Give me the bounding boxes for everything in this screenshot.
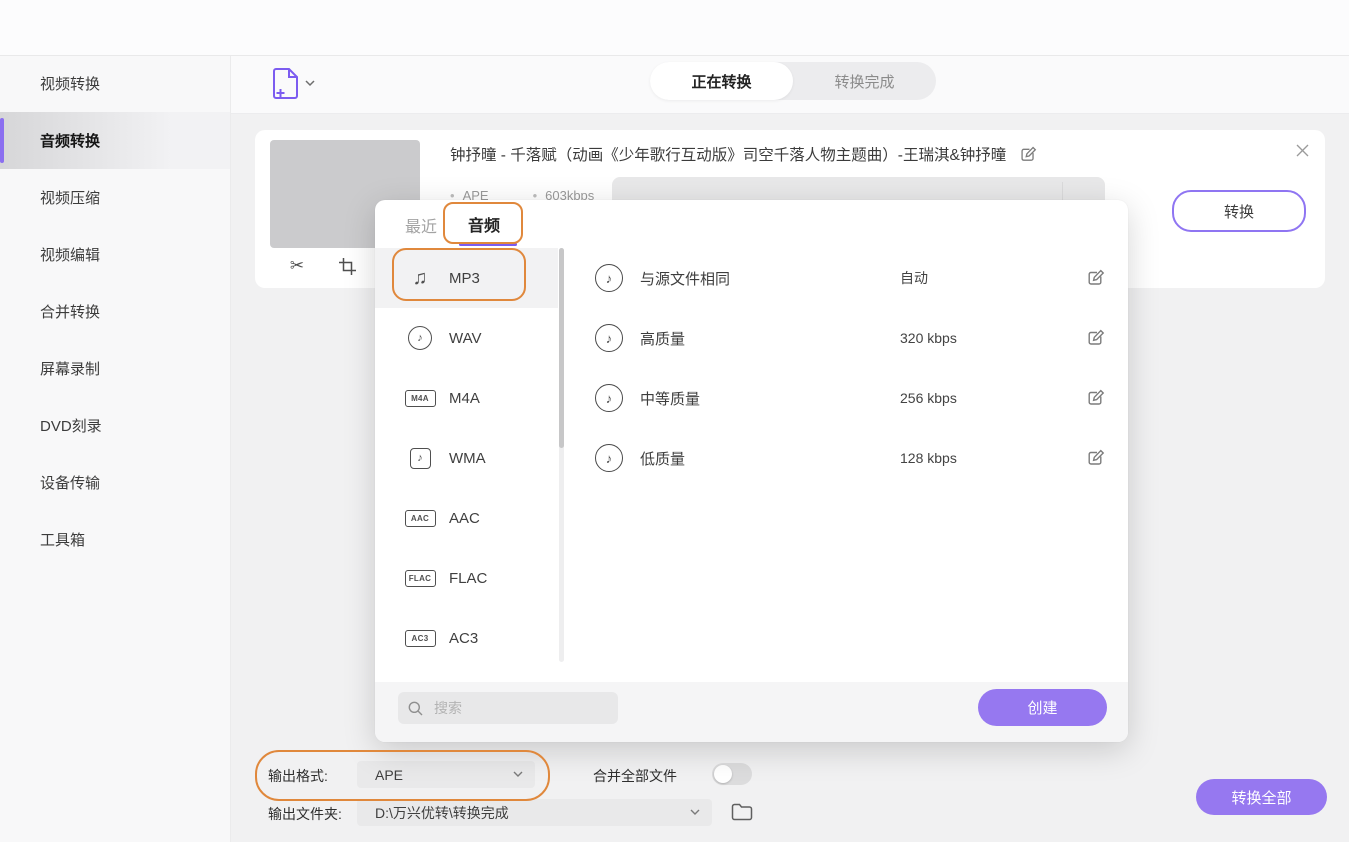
- edit-preset-icon[interactable]: [1087, 269, 1105, 287]
- scrollbar-thumb[interactable]: [559, 248, 564, 448]
- create-preset-button[interactable]: 创建: [978, 689, 1107, 726]
- preset-same-as-source[interactable]: ♪ 与源文件相同 自动: [575, 248, 1128, 308]
- active-indicator: [0, 118, 4, 163]
- task-title-row: 钟抒曈 - 千落赋（动画《少年歌行互动版》司空千落人物主题曲）-王瑞淇&钟抒曈: [450, 143, 1110, 165]
- sidebar-item-merge-convert[interactable]: 合并转换: [0, 283, 230, 340]
- format-item-m4a[interactable]: M4A M4A: [375, 368, 558, 428]
- format-item-flac[interactable]: FLAC FLAC: [375, 548, 558, 608]
- mp3-icon: ♫: [407, 267, 433, 290]
- convert-all-button[interactable]: 转换全部: [1196, 779, 1327, 815]
- sidebar-item-screen-record[interactable]: 屏幕录制: [0, 340, 230, 397]
- audio-disc-icon: ♪: [595, 324, 623, 352]
- rename-edit-icon[interactable]: [1020, 146, 1037, 163]
- chevron-down-icon: [305, 80, 315, 87]
- format-search-box[interactable]: [398, 692, 618, 724]
- sidebar: 视频转换 音频转换 视频压缩 视频编辑 合并转换 屏幕录制 DVD刻录 设备传输…: [0, 55, 231, 842]
- format-item-ac3[interactable]: AC3 AC3: [375, 608, 558, 668]
- add-file-button[interactable]: [272, 63, 318, 103]
- trim-scissors-icon[interactable]: ✂: [286, 255, 308, 277]
- format-list: ♫ MP3 ♪ WAV M4A M4A ♪ WMA AAC AAC FLAC F…: [375, 248, 558, 668]
- task-title: 钟抒曈 - 千落赋（动画《少年歌行互动版》司空千落人物主题曲）-王瑞淇&钟抒曈: [450, 143, 1006, 165]
- edit-preset-icon[interactable]: [1087, 329, 1105, 347]
- search-icon: [408, 701, 423, 716]
- format-item-wma[interactable]: ♪ WMA: [375, 428, 558, 488]
- output-folder-dropdown[interactable]: D:\万兴优转\转换完成: [357, 799, 712, 826]
- sidebar-item-toolbox[interactable]: 工具箱: [0, 511, 230, 568]
- sidebar-item-video-edit[interactable]: 视频编辑: [0, 226, 230, 283]
- popup-tab-audio[interactable]: 音频: [468, 212, 500, 236]
- output-format-dropdown[interactable]: APE: [357, 761, 535, 788]
- active-tab-underline: [459, 243, 517, 246]
- format-picker-popup: 最近 音频 ♫ MP3 ♪ WAV M4A M4A ♪ WMA AAC AAC …: [375, 200, 1128, 742]
- preset-high-quality[interactable]: ♪ 高质量 320 kbps: [575, 308, 1128, 368]
- preset-list: ♪ 与源文件相同 自动 ♪ 高质量 320 kbps ♪ 中等质量 256 kb…: [575, 248, 1128, 488]
- task-tabs: 正在转换 转换完成: [650, 62, 936, 100]
- output-folder-label: 输出文件夹:: [268, 804, 342, 824]
- toggle-knob: [714, 765, 732, 783]
- format-item-mp3[interactable]: ♫ MP3: [375, 248, 558, 308]
- open-folder-icon[interactable]: [731, 802, 753, 821]
- popup-tab-recent[interactable]: 最近: [405, 213, 437, 237]
- sidebar-item-dvd-burn[interactable]: DVD刻录: [0, 397, 230, 454]
- sidebar-item-audio-convert[interactable]: 音频转换: [0, 112, 230, 169]
- title-bar: [0, 0, 1349, 56]
- edit-preset-icon[interactable]: [1087, 449, 1105, 467]
- sidebar-item-video-compress[interactable]: 视频压缩: [0, 169, 230, 226]
- aac-icon: AAC: [407, 510, 433, 527]
- crop-icon[interactable]: [336, 255, 358, 277]
- tab-finished[interactable]: 转换完成: [793, 62, 936, 100]
- audio-disc-icon: ♪: [595, 264, 623, 292]
- merge-files-label: 合并全部文件: [593, 766, 677, 786]
- remove-task-icon[interactable]: [1292, 140, 1312, 160]
- audio-disc-icon: ♪: [595, 444, 623, 472]
- edit-preset-icon[interactable]: [1087, 389, 1105, 407]
- preset-low-quality[interactable]: ♪ 低质量 128 kbps: [575, 428, 1128, 488]
- search-input[interactable]: [432, 699, 586, 717]
- tab-converting[interactable]: 正在转换: [650, 62, 793, 100]
- audio-disc-icon: ♪: [595, 384, 623, 412]
- sidebar-item-video-convert[interactable]: 视频转换: [0, 55, 230, 112]
- output-format-label: 输出格式:: [268, 766, 328, 786]
- chevron-down-icon: [513, 771, 523, 778]
- preset-medium-quality[interactable]: ♪ 中等质量 256 kbps: [575, 368, 1128, 428]
- format-item-wav[interactable]: ♪ WAV: [375, 308, 558, 368]
- flac-icon: FLAC: [407, 570, 433, 587]
- wav-icon: ♪: [407, 326, 433, 350]
- m4a-icon: M4A: [407, 390, 433, 407]
- add-file-icon: [272, 67, 299, 100]
- ac3-icon: AC3: [407, 630, 433, 647]
- format-item-aac[interactable]: AAC AAC: [375, 488, 558, 548]
- merge-files-toggle[interactable]: [712, 763, 752, 785]
- chevron-down-icon: [690, 809, 700, 816]
- sidebar-item-device-transfer[interactable]: 设备传输: [0, 454, 230, 511]
- convert-button[interactable]: 转换: [1172, 190, 1306, 232]
- popup-footer: 创建: [375, 682, 1128, 742]
- wma-icon: ♪: [407, 448, 433, 469]
